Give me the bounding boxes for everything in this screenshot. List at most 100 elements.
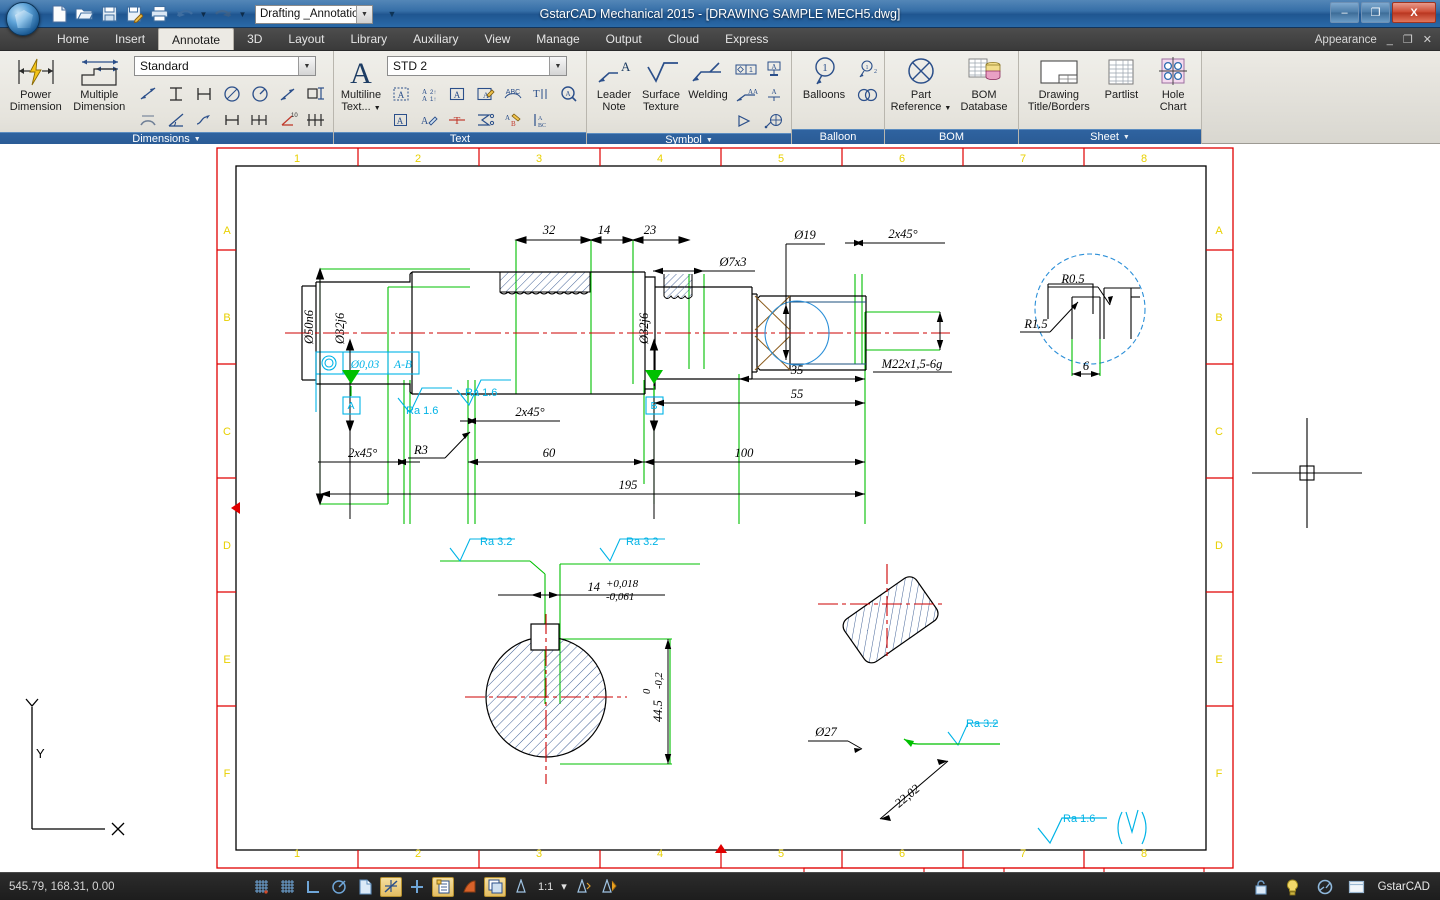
hole-chart-button[interactable]: Hole Chart	[1149, 54, 1197, 113]
lock-toolbars-icon[interactable]	[1250, 877, 1272, 897]
tab-cloud[interactable]: Cloud	[655, 28, 712, 50]
feature-control-frame-icon[interactable]: 1	[732, 56, 759, 81]
plot-icon[interactable]	[148, 3, 170, 25]
angular-dimension-icon[interactable]	[162, 107, 189, 132]
dimension-style-combo[interactable]: Standard ▼	[134, 56, 316, 76]
text-case-icon[interactable]: A BC	[527, 107, 554, 132]
allow-ucs-icon[interactable]	[406, 877, 428, 897]
aligned-dimension-icon[interactable]	[134, 81, 161, 106]
bom-database-button[interactable]: BOM Database	[954, 54, 1014, 113]
dynamic-input-icon[interactable]	[432, 876, 454, 897]
taper-symbol-icon[interactable]: A	[760, 82, 787, 107]
annotation-scale-value[interactable]: 1:1	[538, 881, 553, 893]
annotation-visibility-icon[interactable]	[573, 877, 595, 897]
app-window-icon[interactable]	[1346, 877, 1368, 897]
panel-title-bom[interactable]: BOM	[885, 129, 1018, 144]
chevron-down-icon[interactable]: ▼	[356, 5, 372, 23]
hardware-accel-icon[interactable]	[1282, 877, 1304, 897]
ribbon-restore-icon[interactable]: ❐	[1403, 33, 1413, 46]
undo-icon[interactable]	[173, 3, 195, 25]
tab-insert[interactable]: Insert	[102, 28, 158, 50]
clean-screen-icon[interactable]	[1314, 877, 1336, 897]
restore-button[interactable]: ❐	[1361, 2, 1390, 23]
tab-library[interactable]: Library	[337, 28, 400, 50]
minimize-button[interactable]: –	[1330, 2, 1359, 23]
save-as-icon[interactable]	[123, 3, 145, 25]
text-box-icon[interactable]: A	[387, 81, 414, 106]
text-justify-icon[interactable]: T	[527, 81, 554, 106]
tab-3d[interactable]: 3D	[234, 28, 275, 50]
single-text-icon[interactable]: A	[387, 107, 414, 132]
chain-dimension-icon[interactable]	[246, 107, 273, 132]
new-file-icon[interactable]	[48, 3, 70, 25]
object-snap-icon[interactable]	[354, 877, 376, 897]
chevron-down-icon[interactable]: ▼	[944, 105, 951, 112]
jog-line-icon[interactable]	[190, 107, 217, 132]
drawing-canvas[interactable]: 1 2 3 4 5 6 7 8 1 2 3 4 5 6 7 8 A B C D …	[0, 144, 1440, 872]
part-reference-button[interactable]: Part Reference ▼	[890, 54, 952, 115]
text-style-icon[interactable]: A	[415, 107, 442, 132]
partlist-button[interactable]: Partlist	[1096, 54, 1148, 101]
balloon-auto-icon[interactable]: 12	[853, 56, 880, 81]
linear-dimension-icon[interactable]	[162, 81, 189, 106]
polar-tracking-icon[interactable]	[328, 877, 350, 897]
tab-auxiliary[interactable]: Auxiliary	[400, 28, 471, 50]
snap-mode-icon[interactable]	[250, 877, 272, 897]
tab-express[interactable]: Express	[712, 28, 781, 50]
chevron-down-icon[interactable]: ▼	[549, 57, 566, 75]
object-snap-tracking-icon[interactable]	[380, 876, 402, 897]
ortho-mode-icon[interactable]	[302, 877, 324, 897]
chevron-down-icon[interactable]: ▼	[1123, 134, 1130, 141]
panel-title-balloon[interactable]: Balloon	[792, 129, 884, 144]
text-height-icon[interactable]: A A 2↑ 1↑	[415, 81, 442, 106]
datum-target-arrow-icon[interactable]	[732, 108, 759, 133]
lineweight-icon[interactable]	[458, 877, 480, 897]
text-align-icon[interactable]	[471, 107, 498, 132]
stepped-dimension-icon[interactable]	[302, 107, 329, 132]
text-edit-icon[interactable]: A	[471, 81, 498, 106]
qat-overflow-icon[interactable]: ▼	[384, 5, 400, 23]
diameter-dimension-icon[interactable]	[218, 81, 245, 106]
datum-identifier-icon[interactable]: A	[760, 56, 787, 81]
jogged-dimension-icon[interactable]	[274, 81, 301, 106]
baseline-dimension-icon[interactable]	[190, 81, 217, 106]
superscript-dim-icon[interactable]: 10	[274, 107, 301, 132]
text-strike-icon[interactable]: T	[443, 107, 470, 132]
chevron-down-icon[interactable]: ▼	[374, 105, 381, 112]
redo-dropdown-icon[interactable]: ▼	[237, 4, 248, 24]
redo-icon[interactable]	[212, 3, 234, 25]
annotation-scale-icon[interactable]	[510, 877, 532, 897]
text-style-combo[interactable]: STD 2 ▼	[387, 56, 567, 76]
spell-check-icon[interactable]: AB	[499, 107, 526, 132]
transparency-icon[interactable]	[484, 876, 506, 897]
open-file-icon[interactable]	[73, 3, 95, 25]
balloons-button[interactable]: 1 Balloons	[797, 54, 851, 101]
application-menu-button[interactable]	[6, 2, 40, 36]
tab-layout[interactable]: Layout	[275, 28, 337, 50]
multiple-dimension-button[interactable]: Multiple Dimension	[69, 54, 131, 113]
chevron-down-icon[interactable]: ▼	[706, 137, 713, 144]
arc-length-icon[interactable]	[134, 107, 161, 132]
leader-note-button[interactable]: A Leader Note	[592, 54, 636, 113]
find-text-icon[interactable]: A	[555, 81, 582, 106]
tab-manage[interactable]: Manage	[523, 28, 592, 50]
balloon-collect-icon[interactable]	[853, 82, 880, 107]
save-file-icon[interactable]	[98, 3, 120, 25]
tab-view[interactable]: View	[472, 28, 524, 50]
edge-symbol-icon[interactable]: AA	[732, 82, 759, 107]
continue-dimension-icon[interactable]	[218, 107, 245, 132]
chevron-down-icon[interactable]: ▾	[561, 880, 567, 893]
text-frame-icon[interactable]: A	[443, 81, 470, 106]
grid-display-icon[interactable]	[276, 877, 298, 897]
arc-text-icon[interactable]: ABC	[499, 81, 526, 106]
surface-texture-button[interactable]: Surface Texture	[638, 54, 684, 113]
auto-scale-icon[interactable]	[599, 877, 621, 897]
workspace-combo[interactable]: Drafting _Annotation ▼	[255, 4, 373, 24]
multiline-text-button[interactable]: A Multiline Text... ▼	[339, 54, 383, 115]
welding-button[interactable]: Welding	[686, 54, 730, 101]
panel-title-sheet[interactable]: Sheet ▼	[1019, 129, 1201, 144]
radius-dimension-icon[interactable]	[246, 81, 273, 106]
chevron-down-icon[interactable]: ▼	[194, 136, 201, 143]
undo-dropdown-icon[interactable]: ▼	[198, 4, 209, 24]
tab-output[interactable]: Output	[593, 28, 655, 50]
